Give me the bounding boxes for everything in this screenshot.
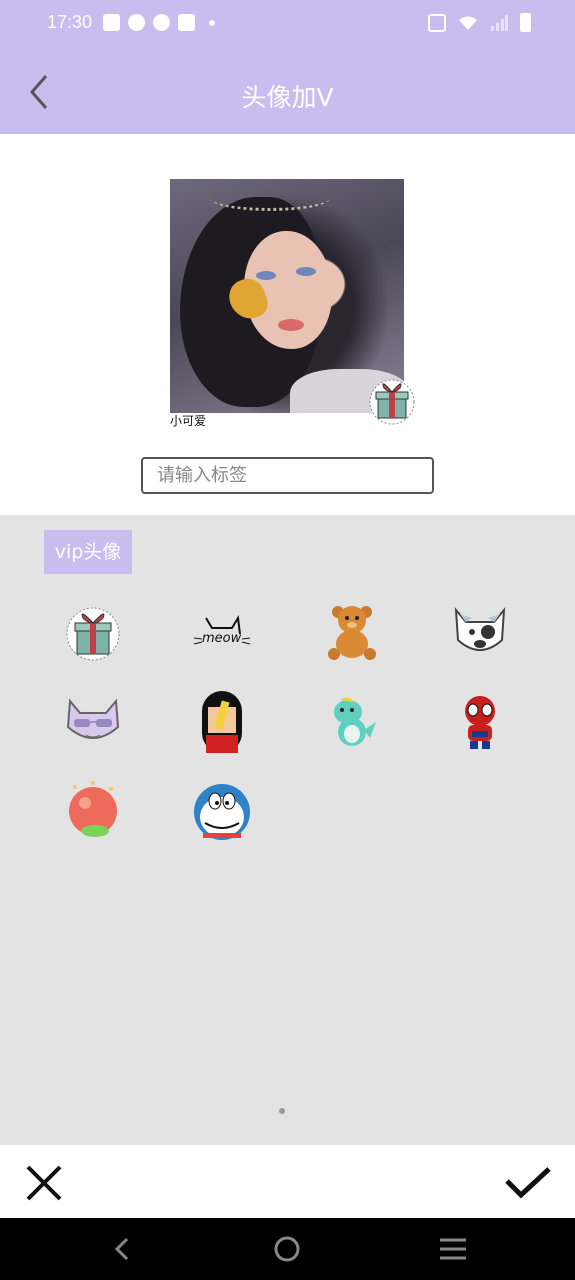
svg-text:meow: meow — [202, 631, 242, 646]
system-nav-bar — [0, 1218, 575, 1280]
action-bar — [0, 1145, 575, 1218]
cancel-button[interactable] — [24, 1163, 64, 1203]
status-bar: 17:30 — [0, 0, 575, 48]
signal-icon — [491, 14, 508, 31]
gift-box-sticker[interactable] — [62, 601, 124, 663]
spiderman-sticker[interactable] — [449, 691, 511, 753]
tag-input[interactable] — [141, 457, 434, 494]
bulldog-sticker[interactable] — [449, 601, 511, 663]
vibrate-icon — [428, 13, 446, 32]
red-ball-sticker[interactable] — [62, 781, 124, 843]
teddy-bear-sticker[interactable] — [321, 601, 383, 663]
nav-back-button[interactable] — [107, 1233, 139, 1265]
close-icon — [26, 1165, 62, 1201]
sunglasses-cat-sticker[interactable] — [62, 691, 124, 753]
back-icon — [114, 1237, 129, 1261]
tab-vip-avatar[interactable]: vip头像 — [44, 530, 132, 574]
page-indicator — [279, 1108, 285, 1114]
page-title: 头像加V — [241, 83, 334, 112]
sticker-panel: vip头像 meow — [0, 515, 575, 1145]
avatar-eye-right — [296, 267, 316, 276]
avatar-lips — [278, 319, 304, 331]
notification-icons — [103, 14, 215, 31]
avatar-crown — [210, 185, 330, 211]
avatar-eye-left — [256, 271, 276, 280]
nav-menu-button[interactable] — [437, 1233, 469, 1265]
mail-icon — [178, 14, 195, 31]
system-icons — [428, 13, 531, 32]
menu-icon — [440, 1238, 466, 1260]
home-icon — [274, 1236, 300, 1262]
app-bar: 头像加V — [0, 48, 575, 134]
compass-icon — [153, 14, 170, 31]
confirm-button[interactable] — [503, 1163, 553, 1203]
nav-home-button[interactable] — [271, 1233, 303, 1265]
doraemon-sticker[interactable] — [191, 781, 253, 843]
avatar-label: 小可爱 — [170, 414, 207, 428]
dot-icon — [209, 19, 215, 26]
check-icon — [505, 1167, 551, 1199]
status-time: 17:30 — [47, 12, 93, 32]
wifi-icon — [459, 16, 477, 30]
battery-icon — [520, 13, 531, 32]
compass-icon — [128, 14, 145, 31]
meow-cat-sticker[interactable]: meow — [191, 601, 253, 663]
mail-icon — [103, 14, 120, 31]
gift-box-sticker — [369, 379, 415, 425]
dinosaur-sticker[interactable] — [321, 691, 383, 753]
avatar-preview: 小可爱 — [0, 134, 575, 515]
girl-sticker[interactable] — [191, 691, 253, 753]
